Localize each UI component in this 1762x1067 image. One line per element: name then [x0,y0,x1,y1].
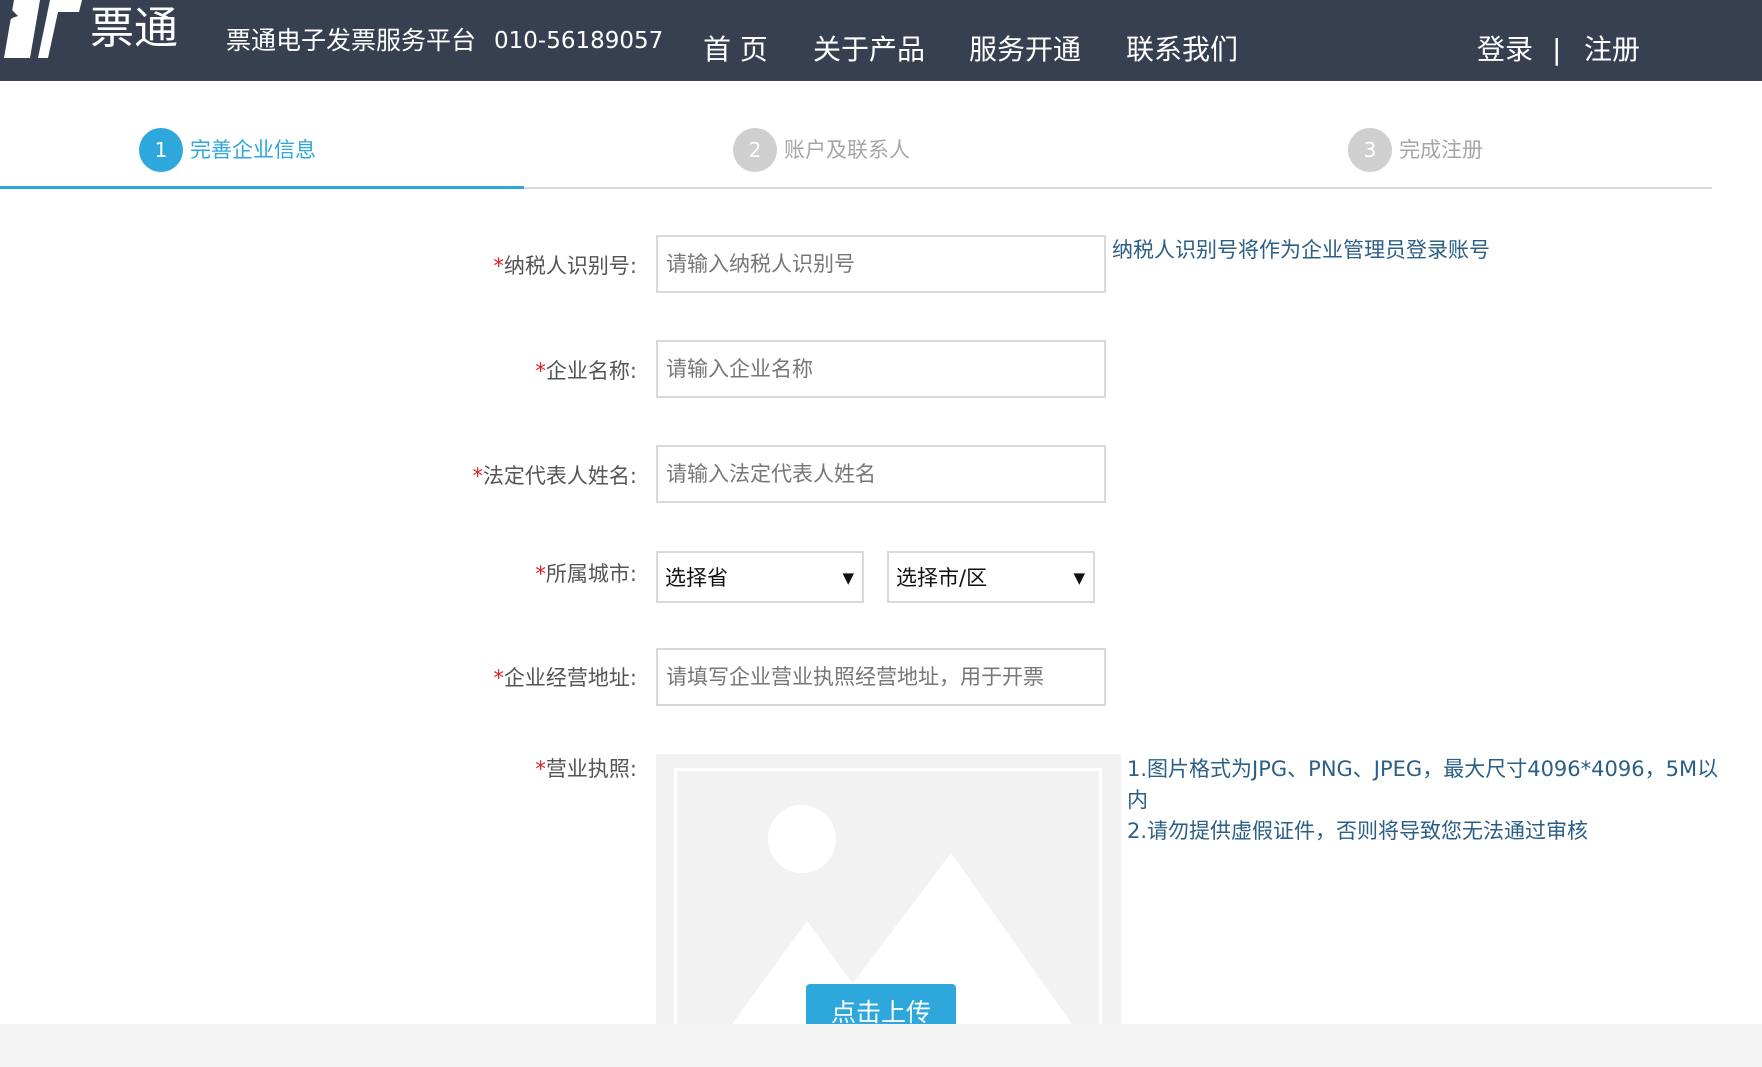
logo-text: 票通 [90,3,178,54]
step-number: 2 [733,128,777,172]
address-input[interactable] [656,648,1106,706]
top-header: 票通 票通电子发票服务平台 010-56189057 首 页 关于产品 服务开通… [0,0,1762,81]
nav-about-product[interactable]: 关于产品 [813,31,925,69]
step-progress-fill [0,186,524,189]
register-link[interactable]: 注册 [1584,31,1640,69]
logo-icon [4,0,82,58]
step-number: 3 [1348,128,1392,172]
taxpayer-id-label-text: 纳税人识别号: [503,254,637,278]
license-label: *营业执照: [535,754,637,784]
address-label-text: 企业经营地址: [503,666,637,690]
step-number: 1 [139,128,183,172]
nav-separator: | [1552,33,1562,66]
taxpayer-id-hint: 纳税人识别号将作为企业管理员登录账号 [1112,238,1490,262]
legal-rep-label: *法定代表人姓名: [472,461,637,491]
required-mark: * [472,464,483,488]
license-hint-2: 2.请勿提供虚假证件，否则将导致您无法通过审核 [1127,819,1589,843]
taxpayer-id-label: *纳税人识别号: [493,251,637,281]
legal-rep-input[interactable] [656,445,1106,503]
city-label: *所属城市: [535,559,637,589]
province-select-value: 选择省 [665,566,728,590]
site-name: 票通电子发票服务平台 [226,26,477,55]
required-mark: * [535,562,546,586]
province-select[interactable]: 选择省 ▼ [656,551,864,603]
legal-rep-label-text: 法定代表人姓名: [482,464,637,488]
required-mark: * [493,254,504,278]
step-label: 账户及联系人 [784,138,910,162]
taxpayer-id-input[interactable] [656,235,1106,293]
company-name-label-text: 企业名称: [545,359,637,383]
company-name-input[interactable] [656,340,1106,398]
company-name-label: *企业名称: [535,356,637,386]
phone-number: 010-56189057 [494,28,664,54]
step-label: 完成注册 [1399,138,1483,162]
page-bottom-bar [0,1024,1762,1067]
address-label: *企业经营地址: [493,663,637,693]
city-label-text: 所属城市: [545,562,637,586]
dropdown-arrow-icon: ▼ [842,569,854,587]
city-select-value: 选择市/区 [896,566,988,590]
nav-contact-us[interactable]: 联系我们 [1126,31,1238,69]
nav-service-activation[interactable]: 服务开通 [969,31,1081,69]
required-mark: * [535,359,546,383]
city-select[interactable]: 选择市/区 ▼ [887,551,1095,603]
license-label-text: 营业执照: [545,757,637,781]
nav-home[interactable]: 首 页 [703,31,768,69]
required-mark: * [493,666,504,690]
step-label: 完善企业信息 [190,138,316,162]
license-hint-1: 1.图片格式为JPG、PNG、JPEG，最大尺寸4096*4096，5M以内 [1127,757,1719,812]
login-link[interactable]: 登录 [1477,31,1533,69]
required-mark: * [535,757,546,781]
dropdown-arrow-icon: ▼ [1073,569,1085,587]
